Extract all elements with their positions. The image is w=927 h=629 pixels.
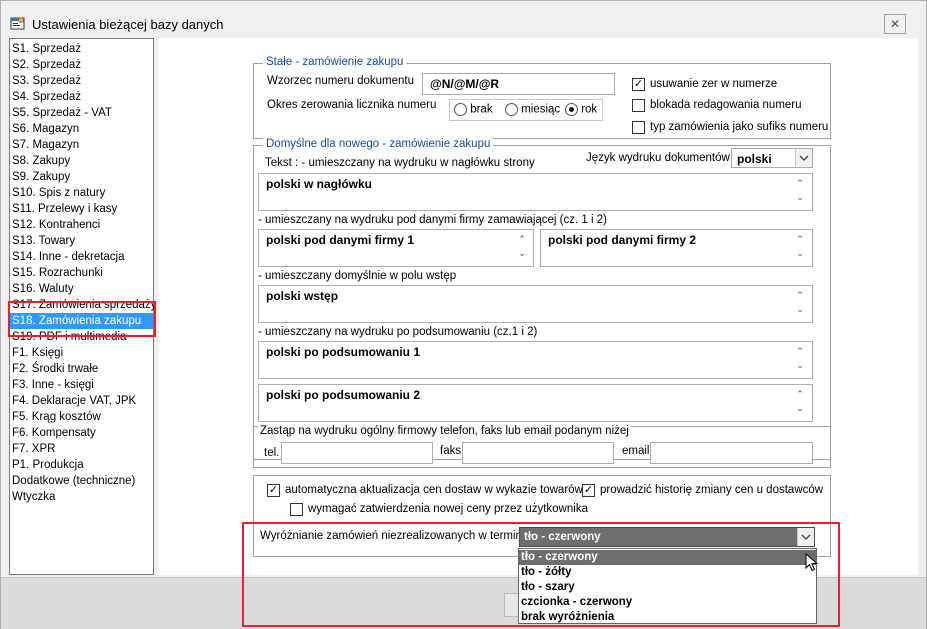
wzorzec-input[interactable]: @N/@M/@R — [422, 73, 615, 95]
close-button[interactable]: ✕ — [884, 14, 906, 34]
sidebar-item[interactable]: S9. Zakupy — [12, 169, 70, 185]
cb-zatwierdzenie-label: wymagać zatwierdzenia nowej ceny przez u… — [308, 503, 588, 515]
faks-input[interactable] — [462, 442, 614, 464]
sidebar-item[interactable]: S16. Waluty — [12, 281, 74, 297]
sidebar-item[interactable]: S10. Spis z natury — [12, 185, 105, 201]
pod-danymi-1-text[interactable]: polski pod danymi firmy 1 — [258, 229, 534, 267]
podsumowanie-2-scrollbar[interactable]: ⌃ ⌄ — [794, 387, 806, 415]
faks-label: faks — [440, 445, 462, 457]
sidebar-item[interactable]: P1. Produkcja — [12, 457, 84, 473]
zastap-label: Zastąp na wydruku ogólny firmowy telefon… — [258, 425, 631, 437]
email-input[interactable] — [650, 442, 813, 464]
highlight-frame-sidebar — [8, 301, 156, 337]
sidebar-item[interactable]: S13. Towary — [12, 233, 75, 249]
sidebar-item[interactable]: F4. Deklaracje VAT, JPK — [12, 393, 136, 409]
group-domyslne: Domyślne dla nowego - zamówienie zakupu … — [253, 138, 831, 460]
sidebar-item[interactable]: S1. Sprzedaż — [12, 41, 81, 57]
radio-miesiac-option[interactable]: miesiąc — [505, 103, 560, 116]
group-stale-legend: Stałe - zamówienie zakupu — [263, 56, 407, 68]
sidebar-item[interactable]: F1. Księgi — [12, 345, 63, 361]
wstep-label: - umieszczany domyślnie w polu wstęp — [258, 270, 457, 282]
cb-blokada-label: blokada redagowania numeru — [650, 99, 802, 111]
window-title: Ustawienia bieżącej bazy danych — [32, 17, 224, 32]
podsumowanie-1-text[interactable]: polski po podsumowaniu 1 — [258, 341, 813, 379]
settings-window: Ustawienia bieżącej bazy danych ✕ S1. Sp… — [0, 0, 927, 629]
sidebar-item[interactable]: S7. Magazyn — [12, 137, 79, 153]
sidebar-item[interactable]: S15. Rozrachunki — [12, 265, 103, 281]
okres-label: Okres zerowania licznika numeru — [267, 99, 437, 111]
cb-zatwierdzenie[interactable] — [290, 503, 303, 516]
pod-danymi-1-scrollbar[interactable]: ⌃ ⌄ — [516, 232, 528, 260]
sidebar-item[interactable]: S11. Przelewy i kasy — [12, 201, 117, 217]
radio-brak-option[interactable]: brak — [454, 103, 493, 116]
cb-historia-cen-label: prowadzić historię zmiany cen u dostawcó… — [600, 484, 824, 496]
sidebar-item[interactable]: S2. Sprzedaż — [12, 57, 81, 73]
cb-historia-cen[interactable]: ✓ — [582, 484, 595, 497]
jezyk-select[interactable]: polski — [731, 148, 813, 168]
radio-miesiac-label: miesiąc — [521, 103, 561, 116]
tel-input[interactable] — [281, 442, 433, 464]
wzorzec-label: Wzorzec numeru dokumentu — [267, 75, 415, 87]
cb-auto-aktualizacja[interactable]: ✓ — [267, 484, 280, 497]
sidebar-item[interactable]: S8. Zakupy — [12, 153, 70, 169]
wstep-text[interactable]: polski wstęp — [258, 285, 813, 323]
sidebar-item[interactable]: S5. Sprzedaż - VAT — [12, 105, 112, 121]
okres-radio-group: brak miesiąc rok — [449, 99, 603, 121]
tel-label: tel. — [264, 447, 280, 459]
sidebar-item[interactable]: F6. Kompensaty — [12, 425, 96, 441]
sidebar-item[interactable]: F3. Inne - księgi — [12, 377, 94, 393]
highlight-frame-dropdown — [242, 522, 840, 627]
group-stale: Stałe - zamówienie zakupu Wzorzec numeru… — [253, 56, 831, 139]
radio-rok-option[interactable]: rok — [565, 103, 597, 116]
settings-window-icon — [10, 17, 25, 30]
cb-usuwanie-zer[interactable]: ✓ — [632, 78, 645, 91]
pod-danymi-2-scrollbar[interactable]: ⌃ ⌄ — [794, 232, 806, 260]
chevron-down-icon[interactable] — [795, 149, 812, 167]
radio-miesiac[interactable] — [505, 103, 518, 116]
radio-rok-label: rok — [581, 103, 598, 116]
cb-typ-sufiks[interactable] — [632, 121, 645, 134]
naglowek-text[interactable]: polski w nagłówku — [258, 173, 813, 211]
sidebar-item[interactable]: F5. Krąg kosztów — [12, 409, 101, 425]
podsumowanie-1-scrollbar[interactable]: ⌃ ⌄ — [794, 344, 806, 372]
group-domyslne-legend: Domyślne dla nowego - zamówienie zakupu — [263, 138, 494, 150]
group-zastap: Zastąp na wydruku ogólny firmowy telefon… — [253, 425, 831, 468]
email-label: email — [622, 445, 650, 457]
tekst-label: Tekst : - umieszczany na wydruku w nagłó… — [265, 157, 535, 169]
sidebar-item[interactable]: F2. Środki trwałe — [12, 361, 98, 377]
podsumowanie-2-text[interactable]: polski po podsumowaniu 2 — [258, 384, 813, 422]
sidebar-item[interactable]: S6. Magazyn — [12, 121, 79, 137]
jezyk-label: Język wydruku dokumentów — [586, 152, 730, 164]
sidebar-item[interactable]: Wtyczka — [12, 489, 55, 505]
cb-auto-aktualizacja-label: automatyczna aktualizacja cen dostaw w w… — [285, 484, 583, 496]
sidebar-item[interactable]: F7. XPR — [12, 441, 55, 457]
podsumowanie-label: - umieszczany na wydruku po podsumowaniu… — [258, 326, 538, 338]
settings-content: Stałe - zamówienie zakupu Wzorzec numeru… — [159, 38, 918, 575]
cb-typ-sufiks-label: typ zamówienia jako sufiks numeru — [650, 121, 829, 133]
sidebar-item[interactable]: S12. Kontrahenci — [12, 217, 100, 233]
sidebar-item[interactable]: S14. Inne - dekretacja — [12, 249, 125, 265]
jezyk-select-value: polski — [737, 152, 772, 166]
cb-blokada[interactable] — [632, 99, 645, 112]
pod-danymi-2-text[interactable]: polski pod danymi firmy 2 — [540, 229, 813, 267]
sidebar-item[interactable]: Dodatkowe (techniczne) — [12, 473, 135, 489]
sidebar-item[interactable]: S4. Sprzedaż — [12, 89, 81, 105]
sidebar-item[interactable]: S3. Sprzedaż — [12, 73, 81, 89]
pod-danymi-label: - umieszczany na wydruku pod danymi firm… — [258, 214, 607, 226]
radio-brak[interactable] — [454, 103, 467, 116]
radio-brak-label: brak — [470, 103, 493, 116]
naglowek-scrollbar[interactable]: ⌃ ⌄ — [794, 176, 806, 204]
radio-rok[interactable] — [565, 103, 578, 116]
wstep-scrollbar[interactable]: ⌃ ⌄ — [794, 288, 806, 316]
title-bar: Ustawienia bieżącej bazy danych ✕ — [1, 1, 926, 34]
cb-usuwanie-zer-label: usuwanie zer w numerze — [650, 78, 778, 90]
